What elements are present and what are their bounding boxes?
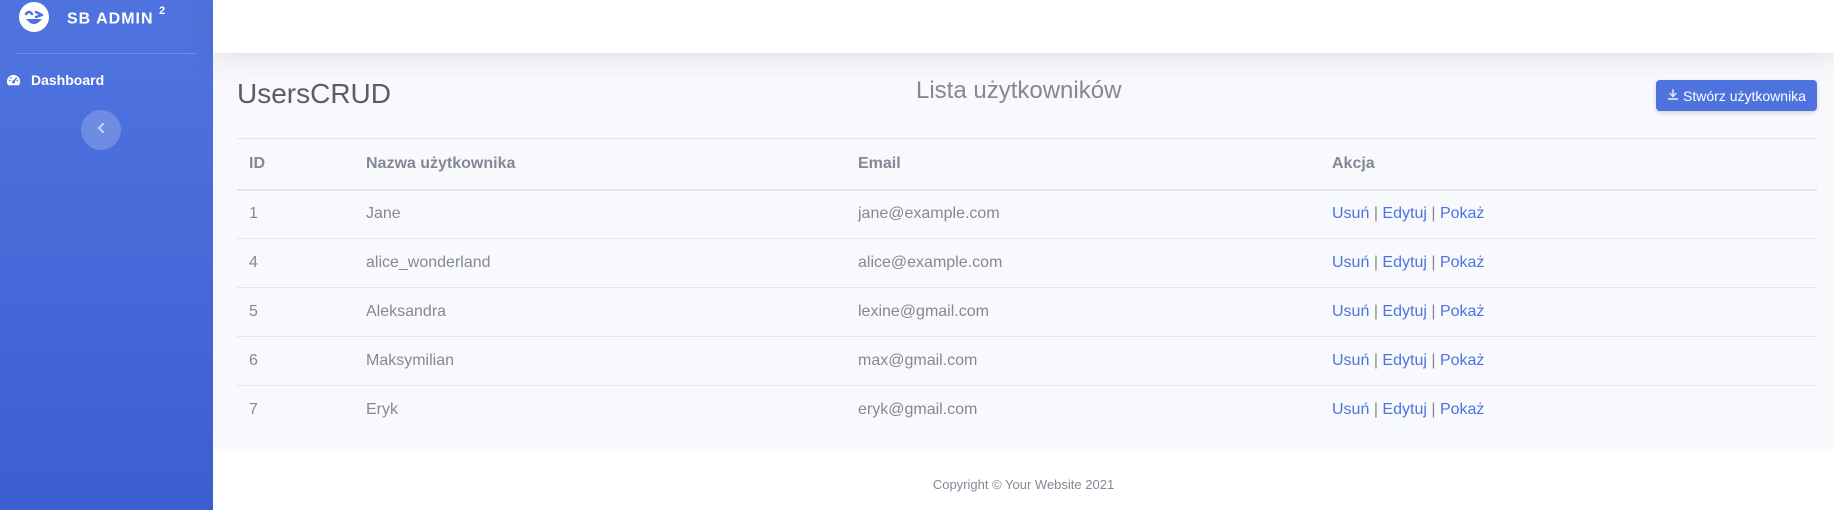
cell-username: Jane — [354, 189, 846, 239]
cell-username: Eryk — [366, 401, 398, 419]
cell-username: Maksymilian — [354, 336, 846, 386]
delete-link[interactable]: Usuń — [1332, 352, 1369, 369]
cell-email: max@gmail.com — [846, 336, 1320, 386]
chevron-left-icon — [96, 121, 106, 139]
table-row: 1 Jane jane@example.com Usuń | Edytuj | … — [237, 189, 1817, 239]
cell-email: lexine@gmail.com — [846, 287, 1320, 337]
sidebar-toggle-button[interactable] — [81, 110, 121, 150]
footer: Copyright © Your Website 2021 — [213, 449, 1834, 510]
brand-version: 2 — [158, 5, 167, 17]
delete-link[interactable]: Usuń — [1332, 401, 1369, 418]
cell-email: jane@example.com — [846, 189, 1320, 239]
table-row: 4 alice_wonderland alice@example.com Usu… — [237, 238, 1817, 288]
cell-actions: Usuń | Edytuj | Pokaż — [1320, 189, 1817, 239]
delete-link[interactable]: Usuń — [1332, 205, 1369, 222]
tachometer-icon — [6, 73, 21, 88]
edit-link[interactable]: Edytuj — [1382, 352, 1426, 369]
sidebar-divider — [16, 53, 197, 54]
table-row: 6 Maksymilian max@gmail.com Usuń | Edytu… — [237, 336, 1817, 386]
cell-username: alice_wonderland — [354, 238, 846, 288]
action-separator: | — [1373, 401, 1378, 419]
action-separator: | — [1373, 205, 1378, 223]
cell-actions: Usuń | Edytuj | Pokaż — [1320, 287, 1817, 337]
sidebar-item-label: Dashboard — [31, 72, 105, 88]
show-link[interactable]: Pokaż — [1440, 205, 1484, 222]
cell-id: 4 — [237, 238, 354, 288]
cell-actions: Usuń | Edytuj | Pokaż — [1320, 386, 1817, 435]
topbar — [213, 0, 1834, 53]
laugh-wink-icon — [18, 1, 50, 33]
show-link[interactable]: Pokaż — [1440, 303, 1484, 320]
column-header-email: Email — [846, 138, 1320, 191]
action-separator: | — [1373, 352, 1378, 369]
create-user-button[interactable]: Stwórz użytkownika — [1656, 80, 1817, 111]
action-separator: | — [1431, 352, 1436, 369]
sidebar: SB ADMIN 2 Dashboard — [0, 0, 213, 510]
edit-link[interactable]: Edytuj — [1382, 303, 1426, 320]
page-title: UsersCRUD — [237, 78, 391, 109]
copyright-text: Copyright © Your Website 2021 — [932, 477, 1115, 492]
action-separator: | — [1373, 303, 1378, 320]
table-row: 5 Aleksandra lexine@gmail.com Usuń | Edy… — [237, 287, 1817, 337]
edit-link[interactable]: Edytuj — [1382, 401, 1426, 418]
action-separator: | — [1373, 254, 1378, 271]
cell-id: 6 — [237, 336, 354, 386]
show-link[interactable]: Pokaż — [1440, 352, 1484, 369]
create-user-button-label: Stwórz użytkownika — [1683, 87, 1806, 104]
column-header-action: Akcja — [1320, 138, 1817, 191]
edit-link[interactable]: Edytuj — [1382, 254, 1426, 271]
table-row: 7 Eryk eryk@gmail.com Usuń | Edytuj | Po… — [237, 386, 1817, 435]
edit-link[interactable]: Edytuj — [1382, 205, 1426, 222]
cell-actions: Usuń | Edytuj | Pokaż — [1320, 336, 1817, 386]
column-header-username: Nazwa użytkownika — [354, 138, 846, 191]
action-separator: | — [1431, 254, 1436, 271]
delete-link[interactable]: Usuń — [1332, 303, 1369, 320]
brand-title: SB ADMIN 2 — [67, 5, 167, 28]
sidebar-brand[interactable]: SB ADMIN 2 — [0, 0, 213, 44]
download-icon — [1667, 88, 1683, 104]
cell-id: 1 — [237, 189, 354, 239]
users-table: ID Nazwa użytkownika Email Akcja 1 Jane … — [237, 138, 1817, 435]
table-header-row: ID Nazwa użytkownika Email Akcja — [237, 138, 1817, 191]
action-separator: | — [1431, 401, 1436, 419]
column-header-id: ID — [237, 138, 354, 191]
cell-email: alice@example.com — [846, 238, 1320, 288]
cell-id: 5 — [237, 287, 354, 337]
list-title: Lista użytkowników — [916, 77, 1122, 104]
cell-id: 7 — [249, 401, 258, 419]
show-link[interactable]: Pokaż — [1440, 254, 1484, 271]
show-link[interactable]: Pokaż — [1440, 401, 1484, 418]
cell-username: Aleksandra — [354, 287, 846, 337]
action-separator: | — [1431, 205, 1436, 223]
sidebar-item-dashboard[interactable]: Dashboard — [6, 72, 104, 88]
action-separator: | — [1431, 303, 1436, 320]
cell-email: eryk@gmail.com — [858, 401, 978, 419]
delete-link[interactable]: Usuń — [1332, 254, 1369, 271]
cell-actions: Usuń | Edytuj | Pokaż — [1320, 238, 1817, 288]
